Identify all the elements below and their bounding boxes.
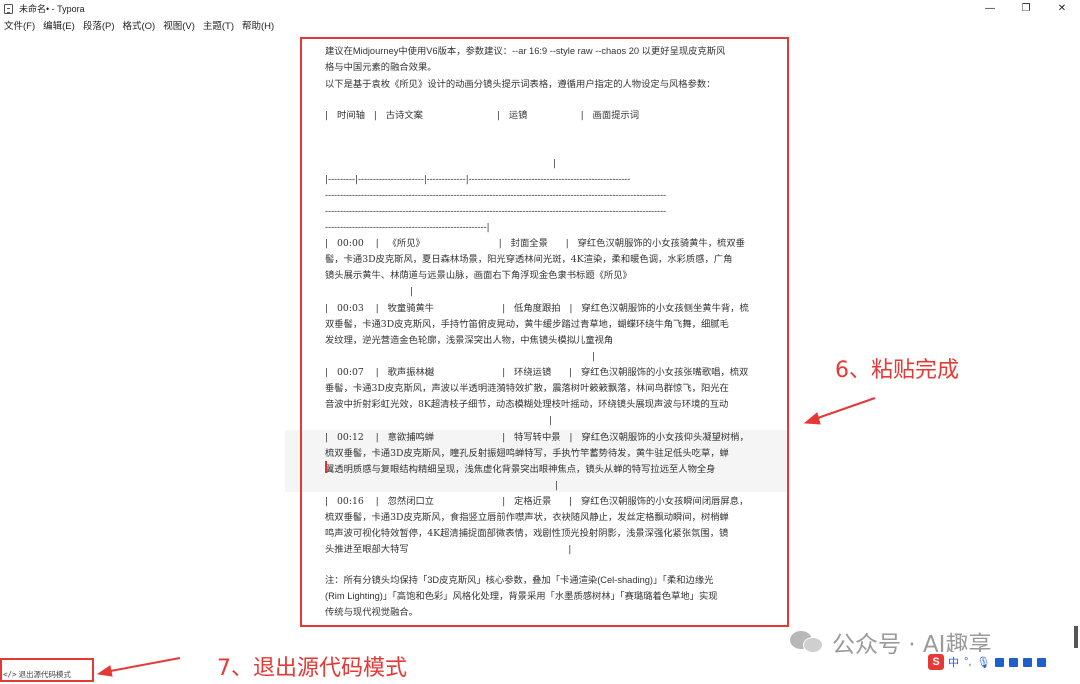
annotation-arrows: [96, 397, 876, 677]
toolbox-icon[interactable]: [1023, 657, 1033, 667]
keyboard-icon[interactable]: [995, 657, 1005, 667]
exit-source-mode-button[interactable]: </> 退出源代码模式: [3, 669, 71, 680]
sogou-logo-icon: S: [928, 654, 944, 670]
grid-icon[interactable]: [1037, 657, 1047, 667]
scrollbar-thumb[interactable]: [1074, 626, 1078, 648]
wechat-icon: [790, 629, 824, 655]
microphone-icon[interactable]: 🎙: [976, 656, 990, 669]
arrow-to-editor: [803, 397, 876, 425]
arrow-to-source-button: [96, 657, 181, 677]
ime-punctuation[interactable]: °,: [964, 656, 971, 668]
ime-language[interactable]: 中: [948, 654, 959, 670]
code-icon: </>: [3, 670, 17, 679]
source-mode-label: 退出源代码模式: [18, 670, 72, 679]
ime-toolbar[interactable]: S 中 °, 🎙: [928, 652, 1052, 672]
shirt-icon[interactable]: [1009, 657, 1019, 667]
